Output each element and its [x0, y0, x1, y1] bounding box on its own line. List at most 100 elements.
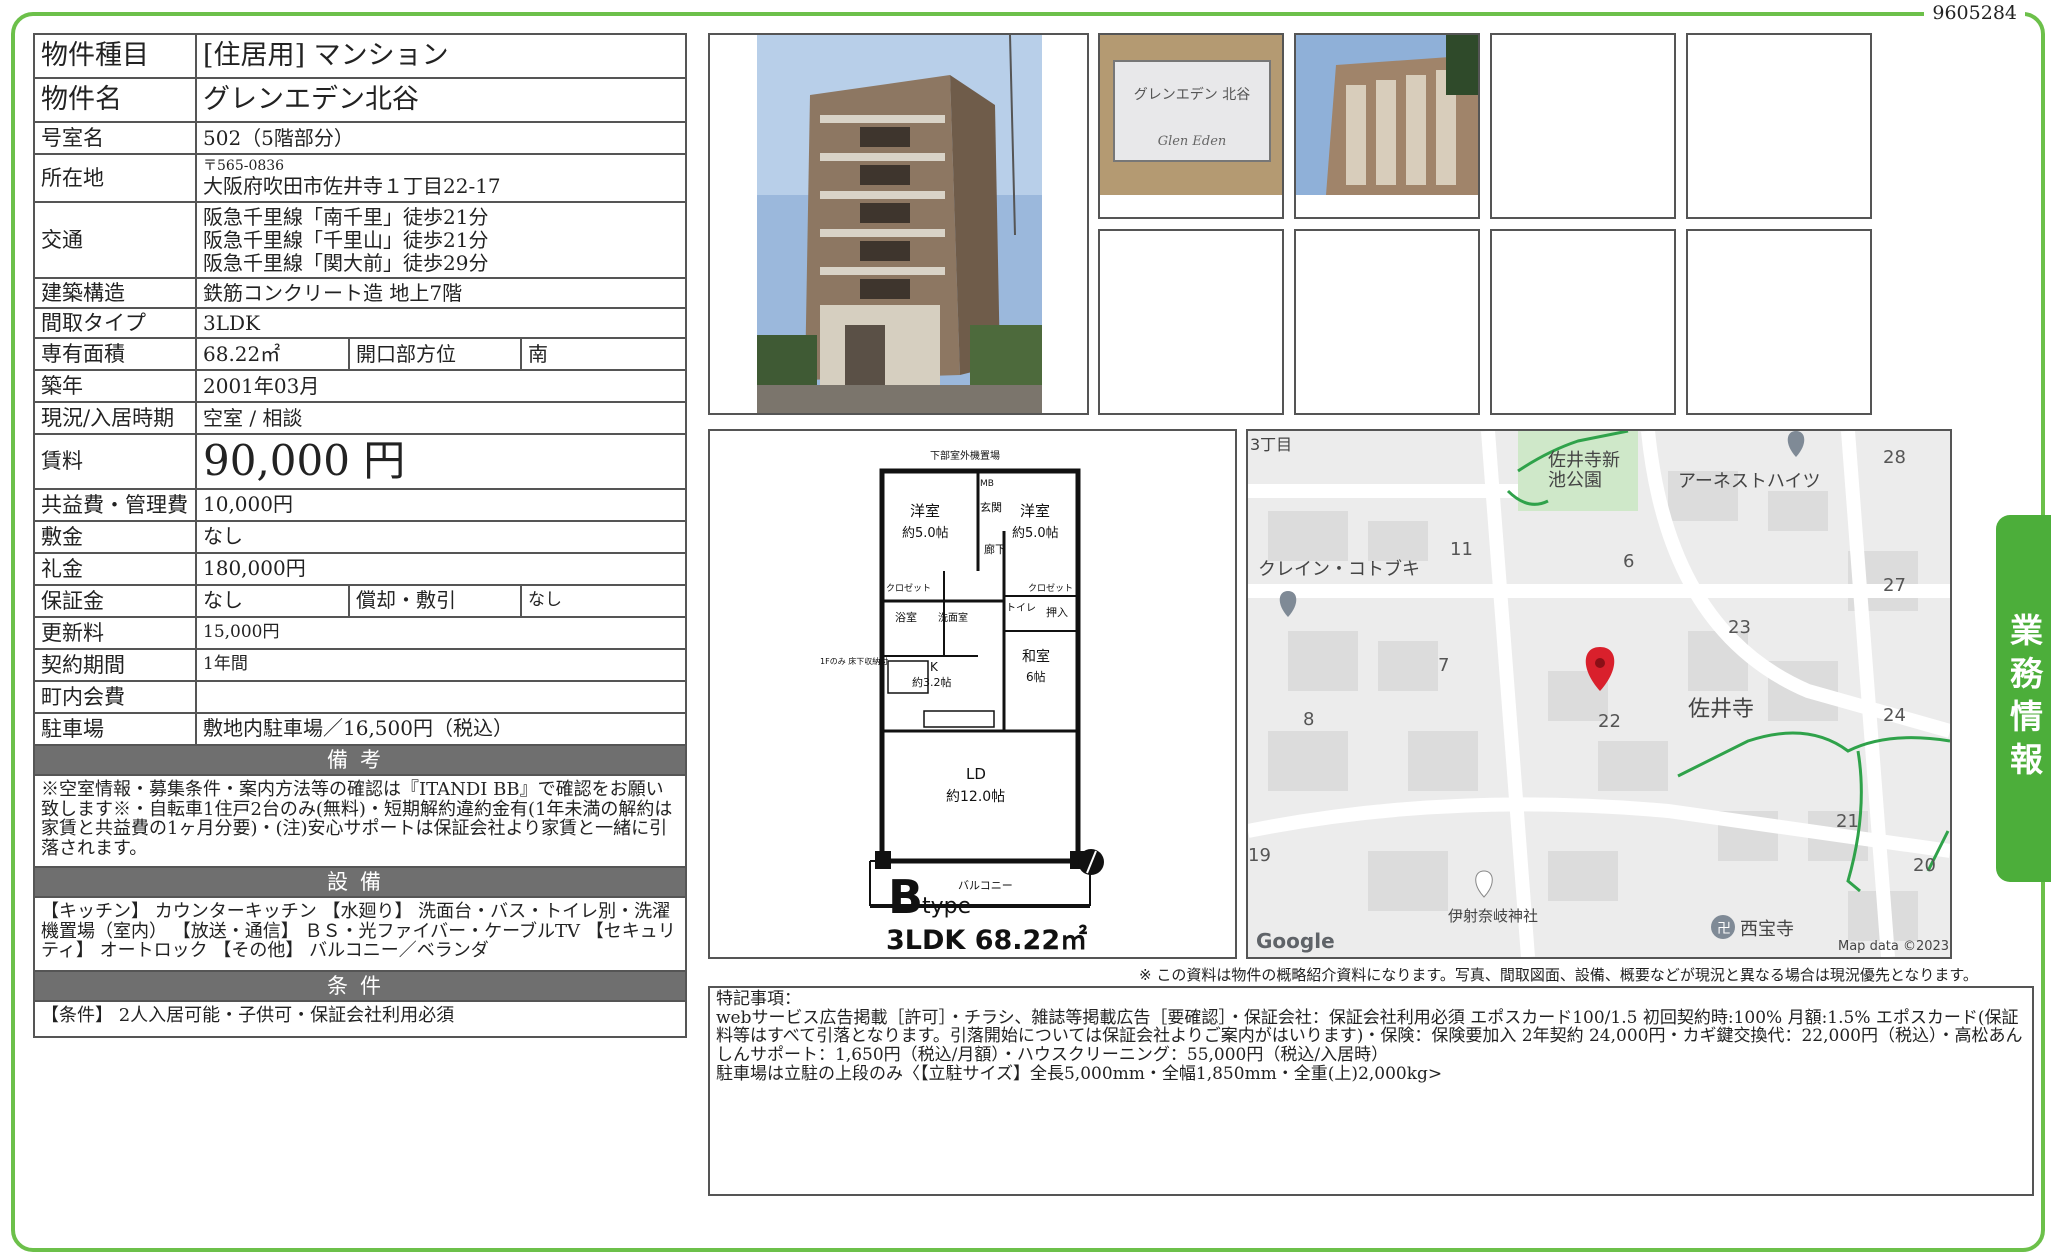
value-guarantee: なし [195, 583, 350, 618]
empty-photo-slot [1490, 229, 1676, 415]
equipment-header: 設備 [33, 865, 687, 898]
fp-bath-label: 浴室 [895, 610, 917, 624]
value-status: 空室 / 相談 [195, 401, 687, 436]
label-fee: 共益費・管理費 [33, 487, 197, 522]
special-line: webサービス広告掲載［許可］・チラシ、雑誌等掲載広告［要確認］・保証会社：保証… [716, 1007, 2023, 1066]
address-text: 大阪府吹田市佐井寺１丁目22-17 [203, 173, 501, 198]
value-room: 502（5階部分） [195, 121, 687, 155]
sign-photo[interactable]: グレンエデン 北谷 Glen Eden [1098, 33, 1284, 219]
empty-photo-slot [1294, 229, 1480, 415]
document-id: 9605284 [1924, 2, 2025, 24]
fp-ld-label: LD [966, 765, 986, 783]
value-renewal: 15,000円 [195, 615, 687, 650]
fp-washitsu-label: 和室 [1022, 648, 1050, 665]
transport-line: 阪急千里線「南千里」徒歩21分 [203, 204, 489, 229]
special-heading: 特記事項： [716, 989, 801, 1009]
map-block-number: 23 [1728, 617, 1751, 638]
label-parking: 駐車場 [33, 711, 197, 746]
value-address: 〒565-0836 大阪府吹田市佐井寺１丁目22-17 [195, 153, 687, 203]
floor-plan-drawing: 下部室外機置場 MB 洋室 約5.0帖 洋室 約5.0帖 玄関 廊下 クロゼット… [820, 449, 1104, 956]
building-photo-image [757, 35, 1042, 413]
label-layout: 間取タイプ [33, 307, 197, 340]
fp-kitchen-label: K [930, 660, 939, 674]
fp-hall-label: 廊下 [984, 542, 1006, 556]
fp-west1-label: 洋室 [910, 502, 940, 520]
label-room: 号室名 [33, 121, 197, 155]
fp-toilet-label: トイレ [1006, 603, 1036, 614]
empty-photo-slot [1686, 229, 1872, 415]
fp-ld-size: 約12.0帖 [946, 789, 1005, 805]
map-apartments-label: アーネストハイツ [1678, 471, 1821, 492]
fp-type-small: type [922, 894, 971, 919]
map-data-credit: Map data ©2023 [1838, 939, 1950, 954]
special-notes: 特記事項： webサービス広告掲載［許可］・チラシ、雑誌等掲載広告［要確認］・保… [708, 986, 2034, 1196]
zip-code: 〒565-0836 [203, 158, 285, 175]
value-orientation: 南 [520, 337, 687, 372]
fp-closet2-label: クロゼット [1028, 582, 1073, 594]
label-rent: 賃料 [33, 433, 197, 490]
floor-plan[interactable]: 下部室外機置場 MB 洋室 約5.0帖 洋室 約5.0帖 玄関 廊下 クロゼット… [708, 429, 1237, 959]
svg-text:卍: 卍 [1717, 921, 1731, 937]
fp-kitchen-size: 約3.2帖 [912, 675, 952, 689]
label-area: 専有面積 [33, 337, 197, 372]
google-logo: Google [1256, 929, 1335, 953]
map-drawing: 卍 [1248, 431, 1950, 957]
map-block-number: 24 [1883, 705, 1906, 726]
business-info-tab[interactable]: 業務情報 [1996, 515, 2051, 882]
value-parking: 敷地内駐車場／16,500円（税込） [195, 711, 687, 746]
balcony-photo-image [1296, 35, 1478, 217]
map-shrine-label: 伊射奈岐神社 [1448, 907, 1539, 925]
location-map[interactable]: 卍 3丁目 佐井寺新池公園 アーネストハイツ クレイン・コトブキ 佐井寺 伊射奈… [1246, 429, 1952, 959]
value-town-fee [195, 679, 687, 714]
balcony-photo[interactable] [1294, 33, 1480, 219]
value-area: 68.22㎡ [195, 337, 350, 372]
label-term: 契約期間 [33, 647, 197, 682]
conditions-header: 条件 [33, 969, 687, 1003]
value-layout: 3LDK [195, 307, 687, 340]
value-amortization: なし [520, 583, 687, 618]
transport-line: 阪急千里線「関大前」徒歩29分 [203, 250, 489, 275]
map-crane-label: クレイン・コトブキ [1258, 559, 1420, 580]
fp-summary: 3LDK 68.22㎡ [886, 924, 1087, 956]
label-guarantee: 保証金 [33, 583, 197, 618]
building-photo[interactable] [708, 33, 1089, 415]
fp-balcony-label: バルコニー [958, 879, 1013, 892]
map-block-number: 6 [1623, 551, 1635, 572]
label-status: 現況/入居時期 [33, 401, 197, 436]
fp-type-big: B [888, 870, 923, 924]
value-name: グレンエデン北谷 [195, 77, 687, 123]
sign-photo-image: グレンエデン 北谷 Glen Eden [1100, 35, 1282, 217]
map-district-label: 佐井寺 [1688, 697, 1755, 722]
map-block-number: 8 [1303, 709, 1315, 730]
remarks-header: 備考 [33, 743, 687, 776]
remarks-text: ※空室情報・募集条件・案内方法等の確認は『ITANDI BB』で確認をお願い致し… [33, 773, 687, 868]
disclaimer-text: ※ この資料は物件の概略紹介資料になります。写真、間取図面、設備、概要などが現況… [1139, 966, 1978, 984]
value-type: [住居用] マンション [195, 33, 687, 79]
empty-photo-slot [1490, 33, 1676, 219]
fp-outdoor-label: 下部室外機置場 [930, 449, 1000, 462]
map-block-number: 22 [1598, 711, 1621, 732]
map-block-number: 20 [1913, 855, 1936, 876]
property-info-table: 物件種目 [住居用] マンション 物件名 グレンエデン北谷 号室名 502（5階… [33, 33, 687, 1038]
value-built: 2001年03月 [195, 369, 687, 404]
map-park-label: 佐井寺新池公園 [1548, 450, 1620, 491]
value-transport: 阪急千里線「南千里」徒歩21分 阪急千里線「千里山」徒歩21分 阪急千里線「関大… [195, 201, 687, 279]
empty-photo-slot [1686, 33, 1872, 219]
svg-text:Glen Eden: Glen Eden [1158, 134, 1227, 149]
fp-west2-size: 約5.0帖 [1012, 526, 1059, 541]
fp-storage-label: 押入 [1046, 605, 1068, 619]
label-key-money: 礼金 [33, 551, 197, 586]
map-temple-label: 西宝寺 [1740, 919, 1794, 940]
map-corner-label: 3丁目 [1250, 435, 1293, 454]
fp-west2-label: 洋室 [1020, 502, 1050, 520]
label-deposit: 敷金 [33, 519, 197, 554]
special-line: 駐車場は立駐の上段のみ〈【立駐サイズ】全長5,000mm・全幅1,850mm・全… [716, 1063, 1443, 1084]
value-fee: 10,000円 [195, 487, 687, 522]
label-transport: 交通 [33, 201, 197, 279]
fp-entrance-label: 玄関 [980, 500, 1002, 514]
map-block-number: 28 [1883, 447, 1906, 468]
transport-line: 阪急千里線「千里山」徒歩21分 [203, 227, 489, 252]
svg-text:グレンエデン 北谷: グレンエデン 北谷 [1134, 86, 1250, 103]
equipment-text: 【キッチン】 カウンターキッチン 【水廻り】 洗面台・バス・トイレ別・洗濯機置場… [33, 895, 687, 972]
label-structure: 建築構造 [33, 276, 197, 310]
